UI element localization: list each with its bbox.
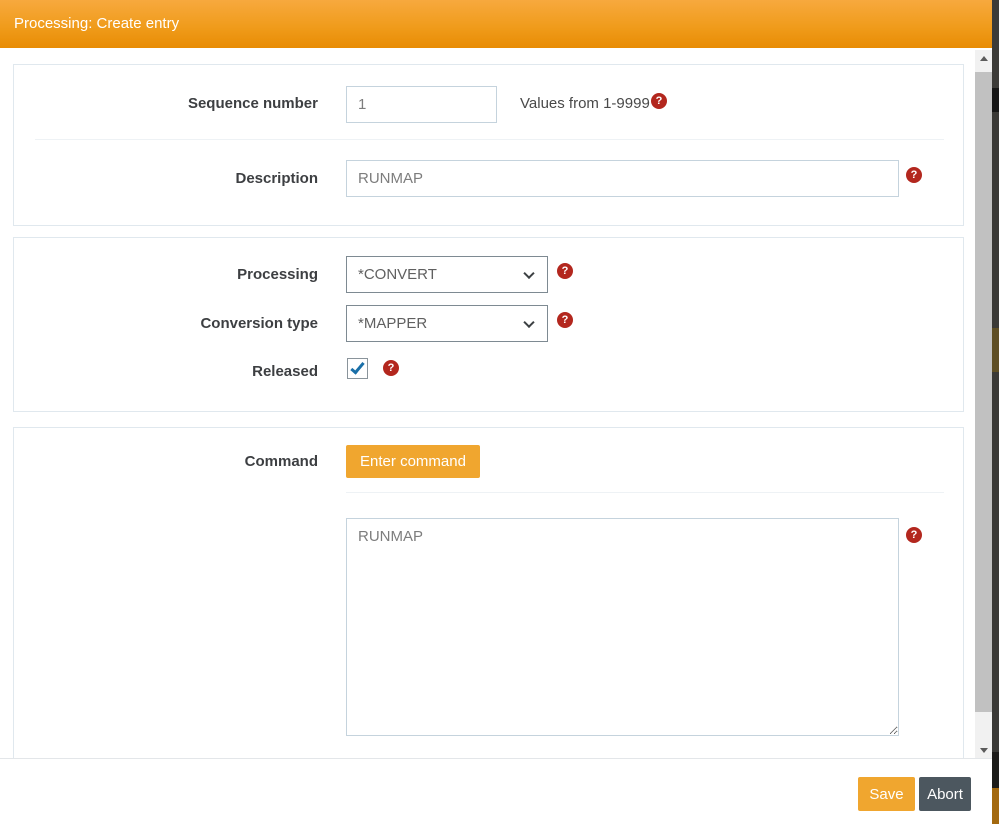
description-input[interactable] <box>346 160 899 197</box>
vertical-scrollbar <box>975 50 992 758</box>
save-button[interactable]: Save <box>858 777 915 811</box>
divider <box>346 492 944 493</box>
help-icon[interactable]: ? <box>906 167 922 183</box>
conversion-type-label: Conversion type <box>200 315 318 332</box>
conversion-type-select-value: *MAPPER <box>358 315 428 332</box>
checkmark-icon <box>350 359 365 375</box>
divider <box>35 139 944 140</box>
dialog-title: Processing: Create entry <box>14 15 180 32</box>
scrollbar-thumb[interactable] <box>975 72 992 712</box>
sequence-range-hint: Values from 1-9999 <box>520 95 650 112</box>
enter-command-button[interactable]: Enter command <box>346 445 480 478</box>
chevron-down-icon <box>523 316 535 328</box>
sequence-number-input[interactable] <box>346 86 497 123</box>
scroll-down-button[interactable] <box>975 742 992 758</box>
conversion-type-select[interactable]: *MAPPER <box>346 305 548 342</box>
released-label: Released <box>252 363 318 380</box>
description-label: Description <box>235 170 318 187</box>
dialog: Processing: Create entry Sequence number… <box>0 0 999 824</box>
scroll-up-button[interactable] <box>975 50 992 67</box>
processing-select-value: *CONVERT <box>358 266 437 283</box>
dialog-titlebar: Processing: Create entry <box>0 0 992 48</box>
help-icon[interactable]: ? <box>906 527 922 543</box>
form-scroll-area: Sequence number Values from 1-9999 ? Des… <box>0 48 992 759</box>
chevron-down-icon <box>523 267 535 279</box>
help-icon[interactable]: ? <box>557 263 573 279</box>
processing-select[interactable]: *CONVERT <box>346 256 548 293</box>
triangle-down-icon <box>979 748 988 753</box>
background-page-edge <box>992 0 999 824</box>
sequence-number-label: Sequence number <box>187 95 318 112</box>
command-label: Command <box>244 453 318 470</box>
command-textarea[interactable]: RUNMAP <box>346 518 899 736</box>
processing-label: Processing <box>237 266 318 283</box>
abort-button[interactable]: Abort <box>919 777 971 811</box>
triangle-up-icon <box>979 56 988 61</box>
help-icon[interactable]: ? <box>557 312 573 328</box>
released-checkbox[interactable] <box>347 358 368 379</box>
dialog-footer: Save Abort <box>0 760 992 824</box>
help-icon[interactable]: ? <box>383 360 399 376</box>
help-icon[interactable]: ? <box>651 93 667 109</box>
